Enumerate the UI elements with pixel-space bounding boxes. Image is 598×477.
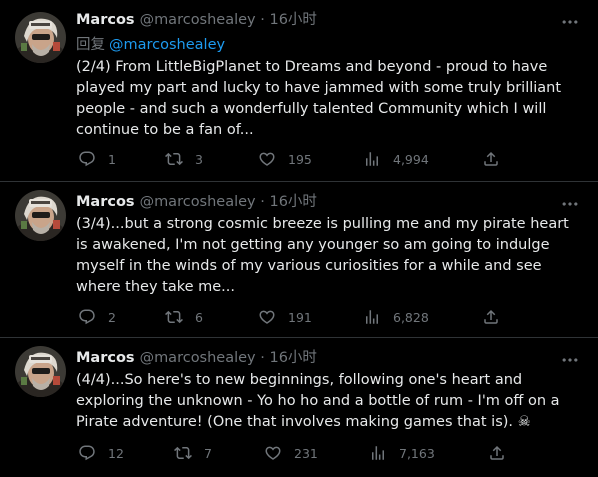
share-button[interactable] [488, 443, 506, 463]
reply-label: 回复 [76, 37, 105, 53]
like-count: 191 [288, 309, 312, 325]
share-button[interactable] [482, 149, 500, 169]
action-bar: 2 6 191 6,828 [76, 307, 576, 327]
like-icon [258, 150, 276, 168]
author-handle[interactable]: @marcoshealey [140, 194, 256, 210]
like-button[interactable]: 231 [264, 443, 318, 463]
more-icon [560, 350, 580, 370]
share-icon [488, 444, 506, 462]
timestamp[interactable]: 16小时 [269, 194, 316, 210]
reply-icon [78, 150, 96, 168]
views-count: 4,994 [393, 151, 429, 167]
like-button[interactable]: 191 [258, 307, 312, 327]
timestamp[interactable]: 16小时 [269, 350, 316, 366]
like-count: 195 [288, 151, 312, 167]
author-name[interactable]: Marcos [76, 194, 135, 210]
avatar[interactable] [15, 190, 66, 241]
views-icon [363, 308, 381, 326]
share-icon [482, 150, 500, 168]
share-button[interactable] [482, 307, 500, 327]
views-button[interactable]: 7,163 [369, 443, 435, 463]
retweet-count: 3 [195, 151, 203, 167]
author-name[interactable]: Marcos [76, 12, 135, 28]
like-icon [264, 444, 282, 462]
retweet-count: 7 [204, 445, 212, 461]
like-icon [258, 308, 276, 326]
author-name[interactable]: Marcos [76, 350, 135, 366]
more-button[interactable] [560, 12, 580, 32]
tweet[interactable]: Marcos @marcoshealey · 16小时 回复 @marcosheal… [0, 0, 598, 182]
action-bar: 12 7 231 7,163 [76, 443, 576, 463]
tweet-text: (4/4)...So here's to new beginnings, fol… [76, 372, 560, 430]
action-bar: 1 3 195 4,994 [76, 149, 576, 169]
tweet[interactable]: Marcos @marcoshealey · 16小时 (3/4)...but a… [0, 182, 598, 338]
reply-icon [78, 308, 96, 326]
views-button[interactable]: 4,994 [363, 149, 429, 169]
author-handle[interactable]: @marcoshealey [140, 350, 256, 366]
avatar-image [15, 346, 66, 397]
views-icon [369, 444, 387, 462]
tweet-header: Marcos @marcoshealey · 16小时 [76, 348, 317, 368]
retweet-button[interactable]: 7 [174, 443, 212, 463]
replying-to: 回复 @marcoshealey [76, 35, 225, 55]
separator-dot: · [260, 350, 265, 366]
reply-button[interactable]: 1 [78, 149, 116, 169]
reply-count: 1 [108, 151, 116, 167]
tweet-header: Marcos @marcoshealey · 16小时 [76, 10, 317, 30]
reply-button[interactable]: 2 [78, 307, 116, 327]
more-button[interactable] [560, 194, 580, 214]
views-button[interactable]: 6,828 [363, 307, 429, 327]
views-count: 6,828 [393, 309, 429, 325]
like-count: 231 [294, 445, 318, 461]
reply-count: 12 [108, 445, 124, 461]
avatar-image [15, 12, 66, 63]
retweet-button[interactable]: 6 [165, 307, 203, 327]
retweet-icon [174, 444, 192, 462]
tweet-text: (2/4) From LittleBigPlanet to Dreams and… [76, 59, 562, 138]
retweet-button[interactable]: 3 [165, 149, 203, 169]
retweet-icon [165, 308, 183, 326]
more-button[interactable] [560, 350, 580, 370]
views-icon [363, 150, 381, 168]
separator-dot: · [260, 194, 265, 210]
reply-handle-link[interactable]: @marcoshealey [109, 37, 225, 53]
avatar[interactable] [15, 12, 66, 63]
tweet-header: Marcos @marcoshealey · 16小时 [76, 192, 317, 212]
reply-count: 2 [108, 309, 116, 325]
avatar[interactable] [15, 346, 66, 397]
retweet-icon [165, 150, 183, 168]
more-icon [560, 12, 580, 32]
separator-dot: · [260, 12, 265, 28]
tweet-text: (3/4)...but a strong cosmic breeze is pu… [76, 216, 569, 295]
more-icon [560, 194, 580, 214]
retweet-count: 6 [195, 309, 203, 325]
like-button[interactable]: 195 [258, 149, 312, 169]
share-icon [482, 308, 500, 326]
author-handle[interactable]: @marcoshealey [140, 12, 256, 28]
reply-button[interactable]: 12 [78, 443, 124, 463]
views-count: 7,163 [399, 445, 435, 461]
reply-icon [78, 444, 96, 462]
avatar-image [15, 190, 66, 241]
timestamp[interactable]: 16小时 [269, 12, 316, 28]
tweet[interactable]: Marcos @marcoshealey · 16小时 (4/4)...So he… [0, 338, 598, 477]
